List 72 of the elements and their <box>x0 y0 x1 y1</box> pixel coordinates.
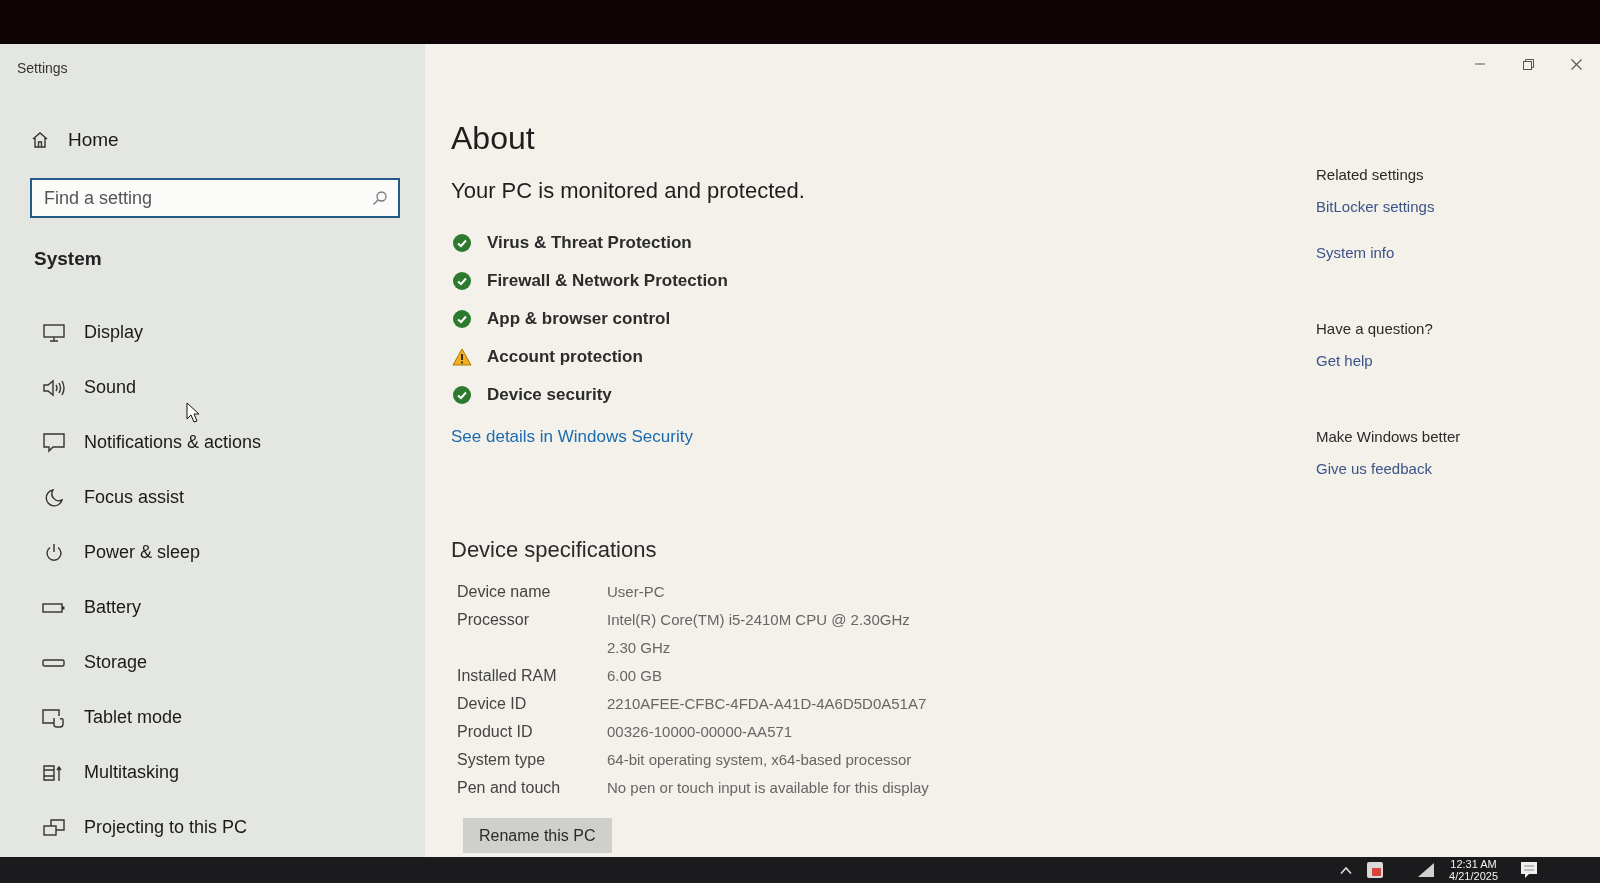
spec-label: Device name <box>457 582 552 602</box>
check-circle-icon <box>453 310 471 328</box>
home-link[interactable]: Home <box>0 116 425 164</box>
check-circle-icon <box>453 234 471 252</box>
tablet-icon <box>42 707 66 728</box>
clock-date[interactable]: 4/21/2025 <box>1449 870 1498 882</box>
status-label: Firewall & Network Protection <box>487 271 728 291</box>
spec-label: System type <box>457 750 547 770</box>
search-icon <box>372 190 388 206</box>
status-label: Virus & Threat Protection <box>487 233 692 253</box>
drive-icon <box>42 656 66 669</box>
spec-label: Pen and touch <box>457 778 562 798</box>
tray-app-icon <box>1367 862 1384 878</box>
speaker-icon <box>42 378 66 397</box>
section-heading: System <box>33 247 103 271</box>
rename-button[interactable]: Rename this PC <box>463 818 612 853</box>
related-link[interactable]: Give us feedback <box>1316 458 1432 480</box>
restore-icon <box>1522 58 1534 70</box>
related-link[interactable]: Get help <box>1316 350 1373 372</box>
sidebar-item[interactable]: Notifications & actions <box>0 415 425 470</box>
related-heading: Related settings <box>1316 165 1425 185</box>
sidebar-item[interactable]: Power & sleep <box>0 525 425 580</box>
sidebar-item[interactable]: Battery <box>0 580 425 635</box>
sidebar-item[interactable]: Sound <box>0 360 425 415</box>
related-link[interactable]: System info <box>1316 242 1395 264</box>
related-heading: Have a question? <box>1316 319 1434 339</box>
chevron-up-icon <box>1339 865 1354 875</box>
spec-value: Intel(R) Core(TM) i5-2410M CPU @ 2.30GHz <box>607 610 911 630</box>
notification-icon <box>1520 861 1538 879</box>
check-circle-icon <box>453 386 471 404</box>
spec-value: No pen or touch input is available for this display <box>607 778 929 798</box>
clock-time[interactable]: 12:31 AM <box>1450 858 1497 870</box>
status-label: App & browser control <box>487 309 671 329</box>
related-link[interactable]: BitLocker settings <box>1316 196 1435 218</box>
page-title: About <box>451 119 536 158</box>
status-label: Account protection <box>487 347 643 367</box>
spec-value: 00326-10000-00000-AA571 <box>607 722 794 742</box>
battery-icon <box>42 601 66 614</box>
screens-icon <box>43 817 65 838</box>
check-circle-icon <box>453 272 471 290</box>
security-link[interactable]: See details in Windows Security <box>451 424 693 450</box>
spec-value: 2210AFEE-CFBC-4FDA-A41D-4A6D5D0A51A7 <box>607 694 928 714</box>
power-icon <box>44 542 64 563</box>
monitor-icon <box>43 323 65 342</box>
moon-icon <box>44 487 64 508</box>
spec-value: 2.30 GHz <box>607 638 672 658</box>
signal-icon <box>1417 862 1436 878</box>
section-heading: Device specifications <box>451 536 658 564</box>
spec-label: Processor <box>457 610 531 630</box>
sidebar-item[interactable]: Projecting to this PC <box>0 800 425 855</box>
spec-label: Installed RAM <box>457 666 558 686</box>
spec-label: Product ID <box>457 722 534 742</box>
spec-value: 64-bit operating system, x64-based processor <box>607 750 913 770</box>
sidebar-item[interactable]: Storage <box>0 635 425 690</box>
minimize-icon <box>1475 63 1485 65</box>
window-title: Settings <box>16 59 69 78</box>
sidebar-item[interactable]: Multitasking <box>0 745 425 800</box>
spec-value: User-PC <box>607 582 666 602</box>
spec-label: Device ID <box>457 694 528 714</box>
related-heading: Make Windows better <box>1316 427 1462 447</box>
mouse-pointer-icon <box>186 402 200 423</box>
speech-bubble-icon <box>43 432 65 453</box>
close-icon <box>1570 58 1582 70</box>
sidebar-item[interactable]: Display <box>0 305 425 360</box>
warning-icon <box>452 348 472 366</box>
status-label: Device security <box>487 385 612 405</box>
search-field[interactable]: Find a setting <box>30 178 400 218</box>
spec-value: 6.00 GB <box>607 666 664 686</box>
sidebar-item[interactable]: Tablet mode <box>0 690 425 745</box>
protection-heading: Your PC is monitored and protected. <box>451 178 806 204</box>
home-icon <box>30 130 50 150</box>
sidebar-item[interactable]: Focus assist <box>0 470 425 525</box>
